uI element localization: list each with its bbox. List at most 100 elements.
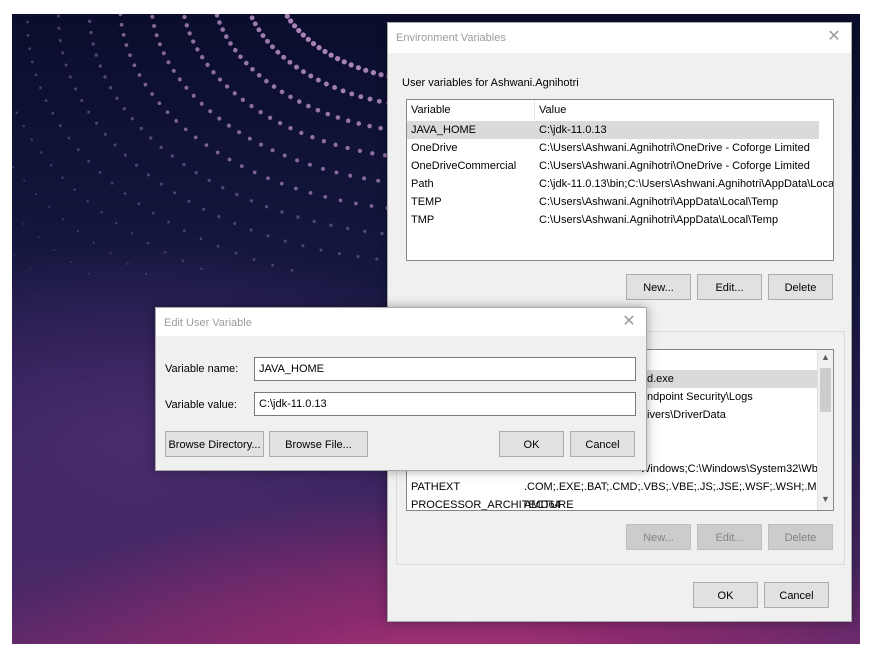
- user-variables-label: User variables for Ashwani.Agnihotri: [400, 77, 581, 89]
- wallpaper-dot: [35, 192, 38, 195]
- wallpaper-dot: [152, 24, 157, 28]
- wallpaper-dot: [87, 159, 91, 163]
- wallpaper-dot: [215, 150, 220, 155]
- variable-value: ivers\DriverData: [647, 409, 726, 421]
- edit-dialog-title: Edit User Variable: [164, 317, 252, 329]
- variable-value: C:\Users\Ashwani.Agnihotri\OneDrive - Co…: [539, 142, 810, 154]
- column-divider[interactable]: [534, 100, 535, 120]
- user-edit-button[interactable]: Edit...: [697, 274, 762, 300]
- wallpaper-dot: [363, 229, 367, 233]
- edit-cancel-button[interactable]: Cancel: [570, 431, 635, 457]
- wallpaper-dot: [146, 241, 150, 245]
- wallpaper-dot: [199, 101, 204, 106]
- wallpaper-dot: [280, 210, 284, 214]
- wallpaper-dot: [171, 68, 176, 73]
- wallpaper-dot: [249, 15, 255, 21]
- wallpaper-dot: [149, 136, 153, 140]
- chevron-down-icon[interactable]: ▼: [818, 494, 833, 504]
- wallpaper-dot: [130, 117, 135, 121]
- wallpaper-dot: [173, 191, 177, 195]
- wallpaper-dot: [221, 186, 225, 190]
- wallpaper-dot: [110, 181, 114, 185]
- wallpaper-dot: [380, 231, 384, 236]
- wallpaper-dot: [369, 204, 374, 208]
- wallpaper-dot: [335, 115, 341, 120]
- wallpaper-dot: [224, 84, 230, 89]
- wallpaper-dot: [159, 145, 163, 149]
- wallpaper-dot: [202, 207, 206, 211]
- wallpaper-dot: [26, 20, 29, 24]
- wallpaper-dot: [259, 142, 263, 147]
- wallpaper-dot: [28, 47, 32, 50]
- wallpaper-dot: [187, 31, 192, 36]
- wallpaper-dot: [130, 232, 134, 235]
- wallpaper-dot: [277, 120, 283, 126]
- variable-name-input[interactable]: JAVA_HOME: [254, 357, 636, 381]
- edit-ok-button[interactable]: OK: [499, 431, 564, 457]
- variable-name: TEMP: [411, 196, 442, 208]
- table-row[interactable]: JAVA_HOME C:\jdk-11.0.13: [407, 121, 819, 139]
- wallpaper-dot: [217, 215, 221, 219]
- user-variables-list[interactable]: Variable Value JAVA_HOME C:\jdk-11.0.13 …: [406, 99, 834, 261]
- wallpaper-dot: [150, 14, 155, 19]
- user-delete-button[interactable]: Delete: [768, 274, 833, 300]
- column-header-variable[interactable]: Variable: [411, 100, 451, 120]
- wallpaper-dot: [358, 94, 364, 100]
- wallpaper-dot: [62, 218, 65, 221]
- wallpaper-dot: [345, 118, 351, 123]
- wallpaper-dot: [288, 94, 293, 100]
- wallpaper-dot: [182, 162, 186, 167]
- wallpaper-dot: [296, 215, 300, 219]
- wallpaper-dot: [321, 166, 325, 171]
- close-icon[interactable]: ✕: [825, 28, 843, 46]
- wallpaper-dot: [174, 119, 179, 123]
- close-icon[interactable]: ✕: [620, 313, 638, 331]
- wallpaper-dot: [367, 96, 373, 102]
- user-new-button[interactable]: New...: [626, 274, 691, 300]
- wallpaper-dot: [86, 199, 89, 203]
- wallpaper-dot: [87, 19, 92, 23]
- system-edit-button[interactable]: Edit...: [697, 524, 762, 550]
- wallpaper-dot: [233, 221, 237, 226]
- chevron-up-icon[interactable]: ▲: [818, 352, 833, 362]
- wallpaper-dot: [355, 65, 361, 71]
- wallpaper-dot: [61, 176, 64, 179]
- wallpaper-dot: [147, 173, 151, 177]
- wallpaper-dot: [34, 73, 38, 77]
- system-list-scrollbar[interactable]: ▲ ▼: [817, 350, 833, 510]
- wallpaper-dot: [252, 258, 256, 261]
- wallpaper-dot: [315, 77, 321, 83]
- system-delete-button[interactable]: Delete: [768, 524, 833, 550]
- browse-directory-button[interactable]: Browse Directory...: [165, 431, 264, 457]
- wallpaper-dot: [335, 56, 341, 62]
- env-cancel-button[interactable]: Cancel: [764, 582, 829, 608]
- column-header-value[interactable]: Value: [539, 100, 566, 120]
- variable-value: C:\Users\Ashwani.Agnihotri\AppData\Local…: [539, 214, 779, 226]
- wallpaper-dot: [177, 77, 182, 82]
- wallpaper-dot: [337, 252, 341, 256]
- wallpaper-dot: [139, 126, 143, 131]
- wallpaper-dot: [305, 36, 311, 42]
- system-new-button[interactable]: New...: [626, 524, 691, 550]
- wallpaper-dot: [48, 205, 51, 208]
- wallpaper-dot: [98, 171, 102, 174]
- browse-file-button[interactable]: Browse File...: [269, 431, 368, 457]
- wallpaper-dot: [288, 126, 293, 131]
- wallpaper-dot: [376, 178, 381, 183]
- wallpaper-dot: [299, 130, 304, 136]
- wallpaper-dot: [143, 82, 148, 87]
- variable-value-input[interactable]: C:\jdk-11.0.13: [254, 392, 636, 416]
- env-ok-button[interactable]: OK: [693, 582, 758, 608]
- wallpaper-dot: [56, 14, 60, 18]
- wallpaper-dot: [109, 252, 112, 255]
- wallpaper-dot: [165, 110, 170, 115]
- wallpaper-dot: [310, 135, 315, 140]
- wallpaper-dot: [68, 75, 72, 79]
- wallpaper-dot: [30, 267, 32, 270]
- wallpaper-dot: [187, 199, 191, 203]
- wallpaper-dot: [132, 63, 137, 68]
- scrollbar-thumb[interactable]: [820, 368, 831, 412]
- wallpaper-dot: [354, 201, 358, 206]
- wallpaper-dot: [113, 143, 117, 147]
- wallpaper-dot: [76, 230, 79, 233]
